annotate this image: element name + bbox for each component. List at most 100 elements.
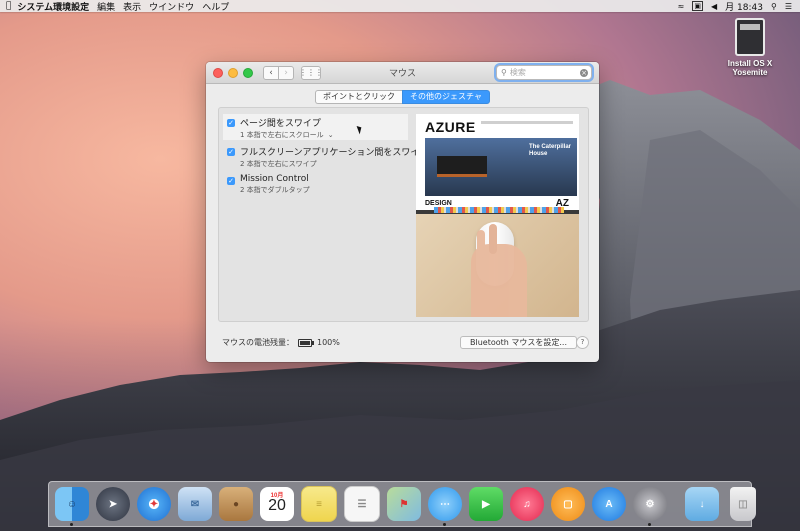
display-icon[interactable]: ▣ xyxy=(692,1,703,11)
preview-section-label: DESIGN xyxy=(425,200,452,207)
gear-icon: ⚙ xyxy=(645,498,655,510)
grid-icon: ⋮⋮⋮ xyxy=(299,68,323,77)
calendar-icon[interactable]: 10月 20 xyxy=(260,487,294,521)
safari-icon[interactable]: ✦ xyxy=(137,487,171,521)
stamp-glyph: ✉ xyxy=(190,498,200,510)
ibooks-icon[interactable]: ▢ xyxy=(551,487,585,521)
clear-search-icon[interactable]: × xyxy=(580,68,588,77)
music-note-glyph: ♫ xyxy=(523,498,531,510)
menu-clock[interactable]: 月 18:43 xyxy=(725,0,763,13)
app-store-icon[interactable]: A xyxy=(592,487,626,521)
sd-card-icon xyxy=(735,18,765,56)
map-pin-glyph: ⚑ xyxy=(399,498,409,510)
finder-icon[interactable]: ☺ xyxy=(55,487,89,526)
setup-bluetooth-mouse-button[interactable]: Bluetooth マウスを設定... xyxy=(460,336,578,349)
desktop-drive-install-yosemite[interactable]: Install OS X Yosemite xyxy=(722,18,778,77)
preview-headline: The Caterpillar House xyxy=(529,144,572,157)
menu-edit[interactable]: 編集 xyxy=(97,0,115,13)
finder-face-glyph: ☺ xyxy=(66,498,78,510)
notes-icon[interactable]: ≡ xyxy=(301,486,337,522)
battery-icon xyxy=(298,338,314,347)
maps-icon[interactable]: ⚑ xyxy=(387,487,421,521)
nav-buttons: ‹ › xyxy=(263,65,294,80)
downloads-folder-icon[interactable]: ↓ xyxy=(685,487,719,521)
notes-lines-glyph: ≡ xyxy=(316,498,322,510)
window-titlebar[interactable]: ‹ › ⋮⋮⋮ マウス ⚲ 検索 × xyxy=(206,62,599,84)
preview-house-image xyxy=(437,156,487,177)
wifi-icon[interactable]: ≈ xyxy=(678,2,685,11)
gesture-title: Mission Control xyxy=(240,174,309,184)
system-preferences-icon[interactable]: ⚙ xyxy=(633,487,667,526)
mail-icon[interactable]: ✉ xyxy=(178,487,212,521)
gesture-subtitle: 1 本指で左右にスクロール xyxy=(240,131,324,139)
trash-icon[interactable]: ◫ xyxy=(730,487,756,521)
gesture-option-dropdown[interactable]: 1 本指で左右にスクロール ⌄ xyxy=(240,130,334,140)
search-icon: ⚲ xyxy=(501,68,507,77)
chevron-left-icon: ‹ xyxy=(269,67,273,78)
menu-view[interactable]: 表示 xyxy=(123,0,141,13)
preview-dock xyxy=(434,207,564,213)
gesture-title: フルスクリーンアプリケーション間をスワイプ xyxy=(240,148,429,158)
preview-site-logo: AZURE xyxy=(425,119,476,135)
battery-status: マウスの電池残量： 100% xyxy=(222,337,340,348)
back-button[interactable]: ‹ xyxy=(263,65,279,80)
menu-bar:  システム環境設定 編集 表示 ウインドウ ヘルプ ≈ ▣ ◀ 月 18:43… xyxy=(0,0,800,13)
dock: ☺ ➤ ✦ ✉ ● 10月 20 ≡ ☰ ⚑ ⋯ ▶ ♫ ▢ A ⚙ ↓ ◫ xyxy=(48,481,756,527)
gesture-subtitle: 2 本指で左右にスワイプ xyxy=(240,160,317,168)
apple-menu-icon[interactable]:  xyxy=(6,1,11,11)
calendar-day: 20 xyxy=(268,497,286,514)
battery-level: 100% xyxy=(317,338,340,347)
menu-help[interactable]: ヘルプ xyxy=(202,0,229,13)
minimize-button[interactable] xyxy=(228,67,238,78)
person-glyph: ● xyxy=(232,498,240,510)
reminders-icon[interactable]: ☰ xyxy=(344,486,380,522)
gesture-checkbox-swipe-pages[interactable]: ✓ xyxy=(227,119,235,127)
gesture-subtitle: 2 本指でダブルタップ xyxy=(240,186,310,194)
itunes-icon[interactable]: ♫ xyxy=(510,487,544,521)
window-controls xyxy=(213,67,253,78)
speech-bubble-glyph: ⋯ xyxy=(440,498,450,510)
gesture-row-swipe-pages[interactable]: ✓ ページ間をスワイプ 1 本指で左右にスクロール ⌄ xyxy=(223,114,408,140)
rocket-glyph: ➤ xyxy=(108,498,118,510)
gesture-row-swipe-fullscreen-apps[interactable]: ✓ フルスクリーンアプリケーション間をスワイプ 2 本指で左右にスワイプ xyxy=(223,143,428,169)
menu-window[interactable]: ウインドウ xyxy=(149,0,194,13)
menu-app-name[interactable]: システム環境設定 xyxy=(17,0,89,13)
search-input[interactable]: 検索 xyxy=(510,67,526,78)
forward-button[interactable]: › xyxy=(279,65,294,80)
gesture-checkbox-mission-control[interactable]: ✓ xyxy=(227,177,235,185)
gesture-preview-video: AZURE The Caterpillar House DESIGN AZ xyxy=(416,114,579,317)
app-store-a-glyph: A xyxy=(605,498,613,510)
tab-control: ポイントとクリック その他のジェスチャ xyxy=(206,90,599,104)
camera-glyph: ▶ xyxy=(482,498,490,510)
chevron-right-icon: › xyxy=(284,67,288,78)
search-field[interactable]: ⚲ 検索 × xyxy=(496,65,592,80)
gestures-panel: ✓ ページ間をスワイプ 1 本指で左右にスクロール ⌄ ✓ フルスクリーンアプリケ… xyxy=(218,107,589,322)
messages-icon[interactable]: ⋯ xyxy=(428,487,462,526)
launchpad-icon[interactable]: ➤ xyxy=(96,487,130,521)
chevron-down-icon: ⌄ xyxy=(327,131,334,139)
notification-center-icon[interactable]: ☰ xyxy=(785,2,792,11)
book-glyph: ▢ xyxy=(563,498,573,510)
contacts-icon[interactable]: ● xyxy=(219,487,253,521)
gesture-title: ページ間をスワイプ xyxy=(240,119,321,129)
trash-glyph: ◫ xyxy=(738,498,748,510)
tab-more-gestures[interactable]: その他のジェスチャ xyxy=(402,90,490,104)
zoom-button[interactable] xyxy=(243,67,253,78)
facetime-icon[interactable]: ▶ xyxy=(469,487,503,521)
download-arrow-glyph: ↓ xyxy=(699,498,705,510)
preview-hero-image: The Caterpillar House xyxy=(425,138,577,196)
close-button[interactable] xyxy=(213,67,223,78)
desktop-drive-label: Install OS X Yosemite xyxy=(727,59,773,77)
status-area: ≈ ▣ ◀ 月 18:43 ⚲ ☰ xyxy=(678,0,792,13)
list-glyph: ☰ xyxy=(357,498,367,510)
help-button[interactable]: ? xyxy=(576,336,589,349)
spotlight-icon[interactable]: ⚲ xyxy=(771,2,777,11)
volume-icon[interactable]: ◀ xyxy=(711,2,717,11)
tab-point-and-click[interactable]: ポイントとクリック xyxy=(315,90,403,104)
show-all-button[interactable]: ⋮⋮⋮ xyxy=(299,65,323,80)
mouse-preferences-window: ‹ › ⋮⋮⋮ マウス ⚲ 検索 × ポイントとクリック その他のジェスチャ ✓… xyxy=(206,62,599,362)
preview-screen: AZURE The Caterpillar House DESIGN AZ xyxy=(416,114,579,214)
compass-glyph: ✦ xyxy=(149,498,159,510)
gesture-row-mission-control[interactable]: ✓ Mission Control 2 本指でダブルタップ xyxy=(223,172,408,198)
gesture-checkbox-swipe-fullscreen-apps[interactable]: ✓ xyxy=(227,148,235,156)
